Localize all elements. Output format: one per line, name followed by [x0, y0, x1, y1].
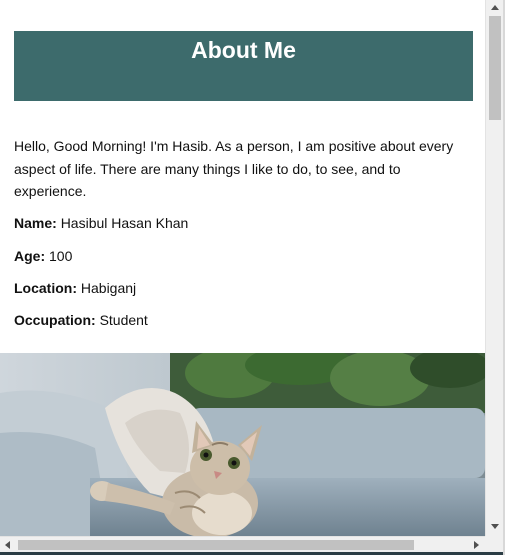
location-value: Habiganj [80, 280, 137, 296]
vertical-scrollbar[interactable] [485, 0, 504, 536]
name-row: Name: Hasibul Hasan Khan [14, 214, 188, 232]
horizontal-scroll-thumb[interactable] [18, 540, 414, 550]
name-label: Name: [14, 215, 57, 231]
age-row: Age: 100 [14, 247, 72, 265]
scroll-down-arrow-icon[interactable] [491, 524, 499, 529]
age-label: Age: [14, 248, 46, 264]
page-header: About Me [14, 31, 473, 101]
page-title: About Me [191, 37, 296, 63]
name-value: Hasibul Hasan Khan [60, 215, 189, 231]
occupation-row: Occupation: Student [14, 311, 148, 329]
location-label: Location: [14, 280, 77, 296]
horizontal-scrollbar[interactable] [0, 536, 485, 553]
scroll-left-arrow-icon[interactable] [5, 541, 10, 549]
kitten-photo [0, 353, 485, 536]
scroll-up-arrow-icon[interactable] [491, 5, 499, 10]
page-viewport: About Me Hello, Good Morning! I'm Hasib.… [0, 0, 485, 536]
vertical-scroll-thumb[interactable] [489, 16, 501, 120]
occupation-value: Student [99, 312, 148, 328]
location-row: Location: Habiganj [14, 279, 136, 297]
intro-paragraph: Hello, Good Morning! I'm Hasib. As a per… [14, 138, 454, 199]
scroll-right-arrow-icon[interactable] [474, 541, 479, 549]
age-value: 100 [49, 248, 73, 264]
occupation-label: Occupation: [14, 312, 96, 328]
